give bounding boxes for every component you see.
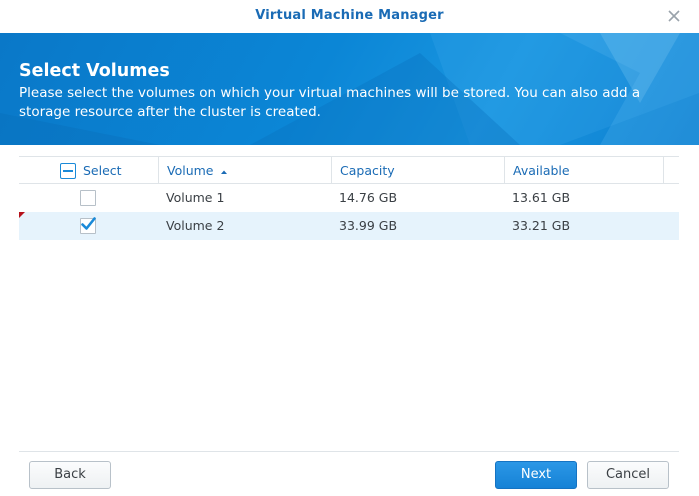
column-header-volume[interactable]: Volume	[158, 157, 331, 184]
volume-name-cell: Volume 1	[166, 190, 225, 205]
table-row[interactable]: Volume 1 14.76 GB 13.61 GB	[19, 184, 679, 212]
modified-marker-icon	[19, 212, 25, 218]
capacity-cell: 14.76 GB	[339, 190, 398, 205]
select-all-checkbox[interactable]	[60, 163, 76, 179]
title-bar: Virtual Machine Manager	[0, 0, 699, 33]
column-label-capacity: Capacity	[340, 163, 395, 178]
next-button[interactable]: Next	[495, 461, 577, 489]
header-banner: Select Volumes Please select the volumes…	[0, 33, 699, 145]
sort-ascending-icon	[221, 170, 228, 174]
footer-divider	[19, 451, 679, 452]
column-header-available[interactable]: Available	[504, 157, 663, 184]
column-header-spacer	[663, 157, 679, 184]
column-header-capacity[interactable]: Capacity	[331, 157, 504, 184]
column-label-select: Select	[83, 163, 122, 178]
row-checkbox-checked[interactable]	[80, 217, 96, 234]
table-header: Select Volume Capacity Available	[19, 156, 679, 184]
volume-name-cell: Volume 2	[166, 218, 225, 233]
capacity-cell: 33.99 GB	[339, 218, 398, 233]
column-label-available: Available	[513, 163, 570, 178]
column-header-select[interactable]: Select	[19, 157, 158, 184]
checkmark-icon	[81, 217, 96, 230]
volumes-table: Select Volume Capacity Available Volume …	[19, 156, 679, 450]
cancel-button[interactable]: Cancel	[587, 461, 669, 489]
close-icon[interactable]	[665, 7, 683, 25]
column-label-volume: Volume	[167, 163, 214, 178]
back-button[interactable]: Back	[29, 461, 111, 489]
window-title: Virtual Machine Manager	[255, 8, 444, 23]
row-checkbox[interactable]	[80, 190, 96, 206]
available-cell: 33.21 GB	[512, 218, 571, 233]
available-cell: 13.61 GB	[512, 190, 571, 205]
page-description: Please select the volumes on which your …	[19, 85, 641, 120]
page-title: Select Volumes	[19, 61, 170, 81]
table-row[interactable]: Volume 2 33.99 GB 33.21 GB	[19, 212, 679, 240]
